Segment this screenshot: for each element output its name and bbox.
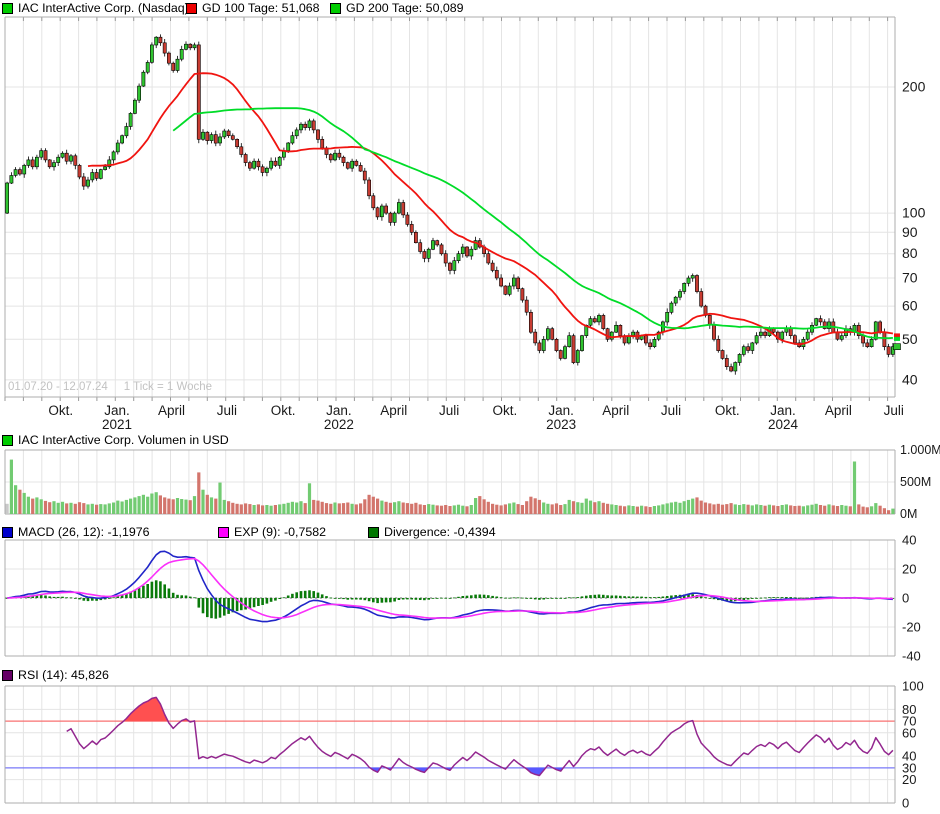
svg-text:60: 60	[902, 298, 918, 314]
date-range-text: 01.07.20 - 12.07.24	[8, 381, 108, 393]
svg-text:Okt.: Okt.	[493, 403, 518, 418]
date-range-note: 01.07.20 - 12.07.24 1 Tick = 1 Woche	[8, 381, 212, 393]
svg-text:100: 100	[902, 205, 926, 221]
svg-text:Jan.: Jan.	[548, 403, 574, 418]
svg-text:Okt.: Okt.	[48, 403, 73, 418]
svg-text:April: April	[602, 403, 629, 418]
svg-text:40: 40	[902, 371, 918, 387]
svg-text:70: 70	[902, 270, 918, 286]
svg-text:2021: 2021	[102, 417, 132, 432]
gd100-label: GD 100 Tage: 51,068	[202, 1, 320, 15]
volume-label: IAC InterActive Corp. Volumen in USD	[18, 433, 229, 447]
legend-item-divergence: Divergence: -0,4394	[368, 525, 496, 539]
legend-item-price: IAC InterActive Corp. (Nasdaq)	[2, 1, 189, 15]
legend-item-exp: EXP (9): -0,7582	[218, 525, 326, 539]
legend-item-gd200: GD 200 Tage: 50,089	[330, 1, 464, 15]
svg-text:80: 80	[902, 245, 918, 261]
gd100-swatch	[186, 3, 197, 14]
tick-interval-text: 1 Tick = 1 Woche	[124, 381, 212, 393]
legend-item-gd100: GD 100 Tage: 51,068	[186, 1, 320, 15]
svg-text:500M: 500M	[900, 475, 931, 489]
x-axis-labels: Okt.Jan.2021AprilJuliOkt.Jan.2022AprilJu…	[48, 403, 903, 432]
macd-swatch	[2, 527, 13, 538]
stock-chart-page: 200100908070605040Okt.Jan.2021AprilJuliO…	[0, 0, 940, 814]
chart-canvas[interactable]: 200100908070605040Okt.Jan.2021AprilJuliO…	[0, 0, 940, 814]
exp-swatch	[218, 527, 229, 538]
svg-text:20: 20	[902, 562, 916, 577]
gd200-label: GD 200 Tage: 50,089	[346, 1, 464, 15]
svg-text:Jan.: Jan.	[326, 403, 352, 418]
svg-text:60: 60	[902, 725, 916, 740]
svg-text:April: April	[825, 403, 852, 418]
svg-text:April: April	[158, 403, 185, 418]
legend-item-volume: IAC InterActive Corp. Volumen in USD	[2, 433, 229, 447]
svg-text:Juli: Juli	[217, 403, 237, 418]
price-series-label: IAC InterActive Corp. (Nasdaq)	[18, 1, 189, 15]
divergence-swatch	[368, 527, 379, 538]
svg-text:Jan.: Jan.	[770, 403, 796, 418]
svg-text:April: April	[380, 403, 407, 418]
svg-text:Juli: Juli	[439, 403, 459, 418]
svg-text:2024: 2024	[768, 417, 799, 432]
rsi-legend: RSI (14): 45,826	[0, 668, 940, 683]
legend-item-rsi: RSI (14): 45,826	[2, 668, 109, 682]
svg-text:2023: 2023	[546, 417, 576, 432]
macd-legend: MACD (26, 12): -1,1976 EXP (9): -0,7582 …	[0, 525, 940, 540]
svg-text:200: 200	[902, 79, 926, 95]
volume-legend: IAC InterActive Corp. Volumen in USD	[0, 433, 940, 448]
svg-text:0M: 0M	[900, 507, 917, 521]
svg-text:20: 20	[902, 772, 916, 787]
svg-text:Juli: Juli	[661, 403, 681, 418]
rsi-series: 1008070604030200	[67, 679, 924, 811]
svg-text:Okt.: Okt.	[271, 403, 296, 418]
svg-text:Okt.: Okt.	[715, 403, 740, 418]
svg-text:Jan.: Jan.	[104, 403, 130, 418]
rsi-swatch	[2, 670, 13, 681]
gd200-swatch	[330, 3, 341, 14]
price-chart-legend: IAC InterActive Corp. (Nasdaq) GD 100 Ta…	[0, 1, 940, 16]
svg-text:50: 50	[902, 331, 918, 347]
exp-label: EXP (9): -0,7582	[234, 525, 326, 539]
svg-text:-20: -20	[902, 620, 921, 635]
svg-text:0: 0	[902, 591, 909, 606]
legend-item-macd: MACD (26, 12): -1,1976	[2, 525, 150, 539]
svg-text:90: 90	[902, 224, 918, 240]
volume-swatch	[2, 435, 13, 446]
divergence-label: Divergence: -0,4394	[384, 525, 496, 539]
price-series-swatch	[2, 3, 13, 14]
svg-text:0: 0	[902, 796, 909, 811]
price-axis-labels: 200 100 90 80 70 60 50 40	[902, 79, 926, 388]
svg-text:-40: -40	[902, 649, 921, 664]
svg-text:2022: 2022	[324, 417, 354, 432]
macd-label: MACD (26, 12): -1,1976	[18, 525, 150, 539]
svg-text:Juli: Juli	[884, 403, 904, 418]
moving-average-lines	[88, 73, 901, 350]
candlestick-series	[6, 34, 895, 374]
rsi-label: RSI (14): 45,826	[18, 668, 109, 682]
